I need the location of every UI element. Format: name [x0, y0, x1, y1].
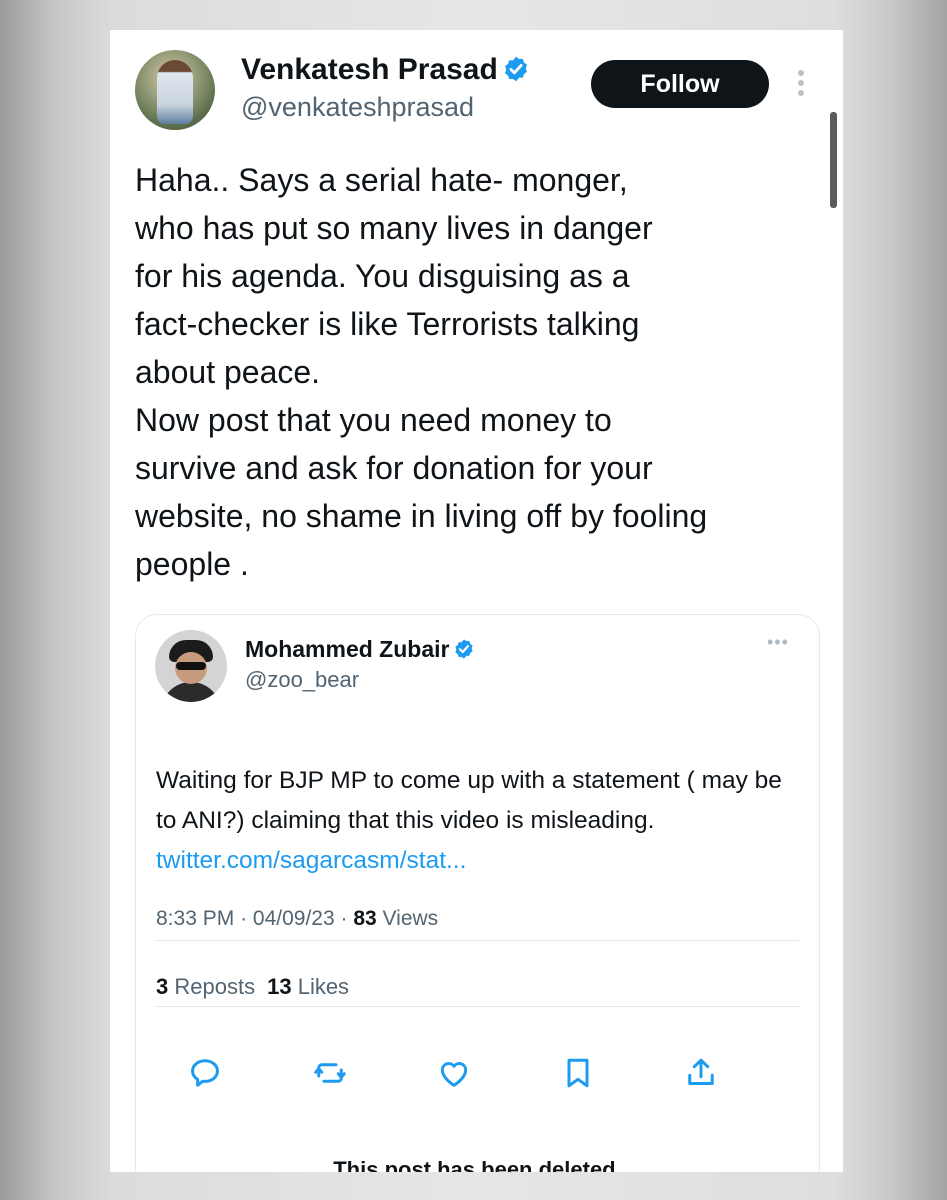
reply-icon[interactable]: [187, 1055, 223, 1091]
quoted-author-handle[interactable]: @zoo_bear: [245, 666, 359, 694]
quoted-author-name[interactable]: Mohammed Zubair: [245, 636, 449, 662]
avatar-sunglasses: [176, 662, 206, 670]
quoted-tweet-text: Waiting for BJP MP to come up with a sta…: [156, 761, 796, 881]
author-name[interactable]: Venkatesh Prasad: [241, 53, 498, 86]
quoted-tweet[interactable]: Mohammed Zubair @zoo_bear ••• Waiting fo…: [135, 614, 820, 1172]
views-label: Views: [382, 907, 439, 930]
quoted-verified-badge-icon: [455, 639, 474, 659]
tweet-time[interactable]: 8:33 PM: [156, 907, 234, 930]
repost-icon[interactable]: [312, 1055, 348, 1091]
author-name-row[interactable]: Venkatesh Prasad: [241, 52, 530, 88]
meta-separator: ·: [340, 907, 348, 930]
author-avatar[interactable]: [135, 50, 215, 130]
author-handle[interactable]: @venkateshprasad: [241, 90, 474, 124]
tweet-date[interactable]: 04/09/23: [253, 907, 335, 930]
likes-label: Likes: [297, 974, 350, 999]
deleted-notice: This post has been deleted.: [333, 1157, 622, 1172]
like-icon[interactable]: [436, 1055, 472, 1091]
quoted-text-body: Waiting for BJP MP to come up with a sta…: [156, 767, 782, 834]
quoted-tweet-link[interactable]: twitter.com/sagarcasm/stat...: [156, 847, 466, 874]
likes-count: 13: [267, 974, 292, 999]
quoted-author-name-row[interactable]: Mohammed Zubair: [245, 635, 475, 663]
likes-stat[interactable]: 13 Likes: [267, 974, 349, 999]
engagement-stats: 3 Reposts 13 Likes: [156, 973, 349, 1001]
tweet-card: Venkatesh Prasad @venkateshprasad Follow…: [110, 30, 843, 1172]
reposts-stat[interactable]: 3 Reposts: [156, 974, 255, 999]
reposts-label: Reposts: [174, 974, 256, 999]
share-icon[interactable]: [683, 1055, 719, 1091]
quoted-more-options-icon[interactable]: •••: [767, 633, 789, 651]
tweet-text: Haha.. Says a serial hate- monger, who h…: [135, 162, 708, 582]
reposts-count: 3: [156, 974, 169, 999]
views-count: 83: [353, 907, 377, 930]
divider: [155, 940, 799, 941]
quoted-tweet-meta: 8:33 PM · 04/09/23 · 83 Views: [156, 905, 438, 933]
avatar-body: [161, 682, 221, 702]
verified-badge-icon: [504, 56, 527, 82]
divider: [155, 1006, 799, 1007]
meta-separator: ·: [240, 907, 248, 930]
bookmark-icon[interactable]: [560, 1055, 596, 1091]
quoted-author-avatar[interactable]: [155, 630, 227, 702]
follow-button[interactable]: Follow: [591, 60, 769, 108]
avatar-figure: [157, 60, 193, 124]
more-options-icon[interactable]: [796, 70, 806, 100]
